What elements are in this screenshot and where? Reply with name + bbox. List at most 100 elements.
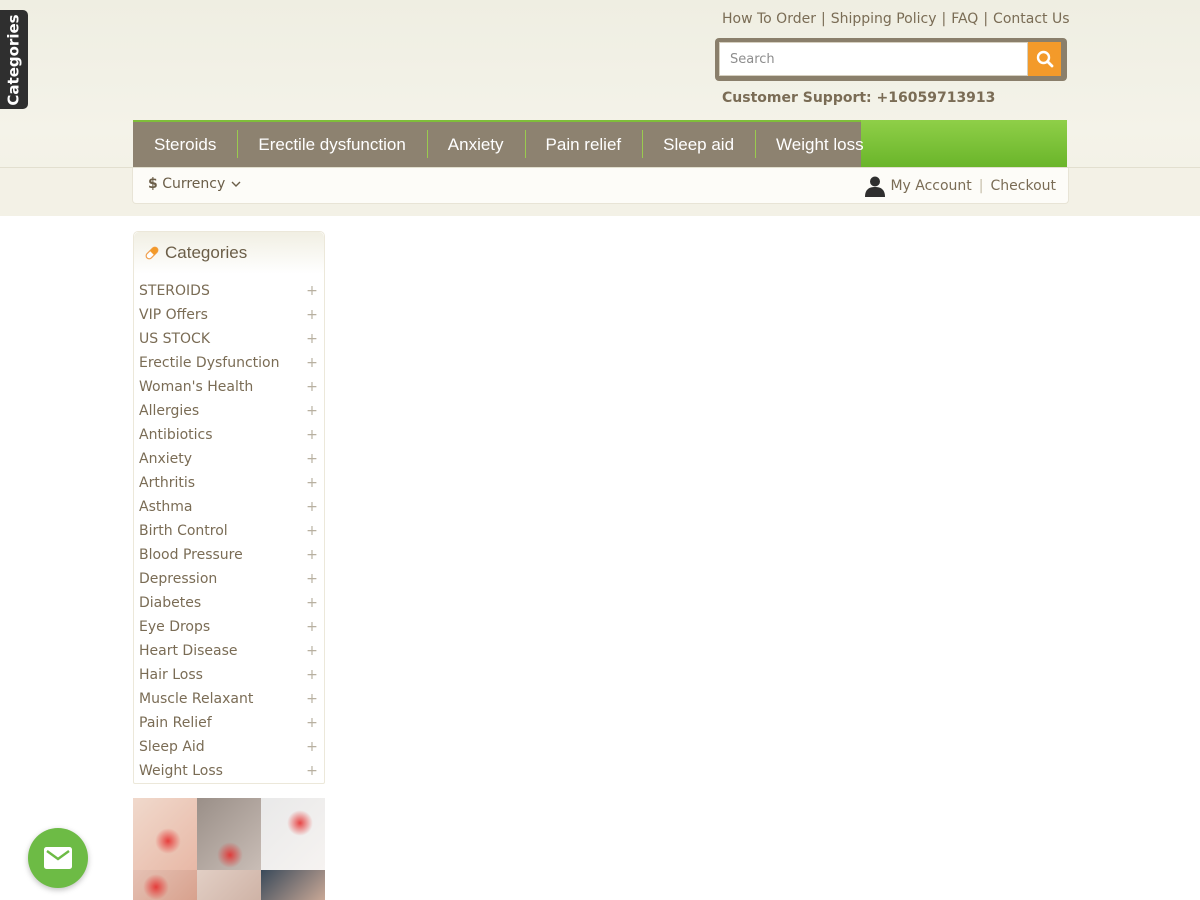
checkout-link[interactable]: Checkout xyxy=(991,178,1057,194)
nav-accent-bar xyxy=(861,120,1067,167)
link-separator: | xyxy=(978,178,984,194)
search-input[interactable] xyxy=(719,42,1028,76)
category-item[interactable]: Hair Loss + xyxy=(134,663,324,687)
category-item[interactable]: Sleep Aid + xyxy=(134,735,324,759)
categories-panel-header: Categories xyxy=(134,232,324,274)
category-item-label: Depression xyxy=(139,571,218,587)
top-links: How To Order | Shipping Policy | FAQ | Contact… xyxy=(722,11,1070,31)
customer-support: Customer Support: +16059713913 xyxy=(722,90,996,106)
category-item-label: Erectile Dysfunction xyxy=(139,355,280,371)
nav-item-steroids[interactable]: Steroids xyxy=(133,122,237,167)
expand-plus-icon[interactable]: + xyxy=(305,475,319,491)
category-item[interactable]: Antibiotics + xyxy=(134,423,324,447)
expand-plus-icon[interactable]: + xyxy=(305,403,319,419)
category-item[interactable]: Heart Disease + xyxy=(134,639,324,663)
nav-item-pain-relief[interactable]: Pain relief xyxy=(524,122,643,167)
nav-item-sleep-aid[interactable]: Sleep aid xyxy=(642,122,755,167)
search-bar xyxy=(715,38,1067,81)
pill-icon xyxy=(145,246,159,260)
category-item-label: Sleep Aid xyxy=(139,739,205,755)
account-bar: $ Currency My Account | Checkout xyxy=(132,168,1069,204)
expand-plus-icon[interactable]: + xyxy=(305,523,319,539)
category-item[interactable]: Asthma + xyxy=(134,495,324,519)
category-item-label: Weight Loss xyxy=(139,763,223,779)
category-item[interactable]: VIP Offers + xyxy=(134,303,324,327)
expand-plus-icon[interactable]: + xyxy=(305,571,319,587)
category-item[interactable]: Anxiety + xyxy=(134,447,324,471)
expand-plus-icon[interactable]: + xyxy=(305,619,319,635)
expand-plus-icon[interactable]: + xyxy=(305,763,319,779)
expand-plus-icon[interactable]: + xyxy=(305,595,319,611)
category-item[interactable]: Muscle Relaxant + xyxy=(134,687,324,711)
currency-label: Currency xyxy=(162,176,226,192)
category-item-label: Birth Control xyxy=(139,523,228,539)
category-item[interactable]: Allergies + xyxy=(134,399,324,423)
pain-relief-promo-image[interactable] xyxy=(133,798,325,900)
promo-tile xyxy=(197,870,261,900)
side-categories-tab[interactable]: Categories xyxy=(0,10,28,109)
category-item-label: Diabetes xyxy=(139,595,202,611)
link-contact-us[interactable]: Contact Us xyxy=(993,11,1069,27)
side-categories-tab-label: Categories xyxy=(5,13,24,106)
expand-plus-icon[interactable]: + xyxy=(305,307,319,323)
expand-plus-icon[interactable]: + xyxy=(305,547,319,563)
search-button[interactable] xyxy=(1028,42,1061,76)
categories-panel-title: Categories xyxy=(165,243,248,262)
categories-list: STEROIDS + VIP Offers + US STOCK + Erectile Dy… xyxy=(134,274,324,783)
category-item-label: Pain Relief xyxy=(139,715,212,731)
expand-plus-icon[interactable]: + xyxy=(305,739,319,755)
promo-tile xyxy=(261,870,325,900)
promo-tile xyxy=(133,870,197,900)
link-faq[interactable]: FAQ xyxy=(951,11,978,27)
category-item-label: Woman's Health xyxy=(139,379,254,395)
link-separator: | xyxy=(820,11,826,27)
main-nav: Steroids Erectile dysfunction Anxiety Pa… xyxy=(133,120,1067,167)
category-item[interactable]: Blood Pressure + xyxy=(134,543,324,567)
expand-plus-icon[interactable]: + xyxy=(305,643,319,659)
my-account-link[interactable]: My Account xyxy=(890,178,971,194)
expand-plus-icon[interactable]: + xyxy=(305,379,319,395)
category-item-label: Blood Pressure xyxy=(139,547,243,563)
categories-panel: Categories STEROIDS + VIP Offers + US STOCK +… xyxy=(133,231,325,784)
currency-selector[interactable]: $ Currency xyxy=(148,176,241,192)
category-item[interactable]: Pain Relief + xyxy=(134,711,324,735)
expand-plus-icon[interactable]: + xyxy=(305,499,319,515)
nav-item-anxiety[interactable]: Anxiety xyxy=(426,122,525,167)
user-icon xyxy=(865,176,886,197)
expand-plus-icon[interactable]: + xyxy=(305,451,319,467)
category-item-label: Asthma xyxy=(139,499,193,515)
category-item[interactable]: US STOCK + xyxy=(134,327,324,351)
expand-plus-icon[interactable]: + xyxy=(305,715,319,731)
account-links: My Account | Checkout xyxy=(864,174,1056,198)
category-item-label: STEROIDS xyxy=(139,283,210,299)
expand-plus-icon[interactable]: + xyxy=(305,331,319,347)
promo-tile xyxy=(197,798,261,870)
category-item-label: Heart Disease xyxy=(139,643,238,659)
expand-plus-icon[interactable]: + xyxy=(305,667,319,683)
category-item-label: Anxiety xyxy=(139,451,193,467)
category-item[interactable]: Depression + xyxy=(134,567,324,591)
expand-plus-icon[interactable]: + xyxy=(305,355,319,371)
mail-icon xyxy=(44,847,72,869)
category-item[interactable]: Erectile Dysfunction + xyxy=(134,351,324,375)
category-item[interactable]: Birth Control + xyxy=(134,519,324,543)
expand-plus-icon[interactable]: + xyxy=(305,691,319,707)
category-item[interactable]: Arthritis + xyxy=(134,471,324,495)
nav-item-erectile-dysfunction[interactable]: Erectile dysfunction xyxy=(237,122,426,167)
main-nav-items: Steroids Erectile dysfunction Anxiety Pa… xyxy=(133,120,864,167)
chevron-down-icon xyxy=(231,181,241,187)
link-shipping-policy[interactable]: Shipping Policy xyxy=(831,11,937,27)
nav-item-weight-loss[interactable]: Weight loss xyxy=(755,122,885,167)
expand-plus-icon[interactable]: + xyxy=(305,283,319,299)
expand-plus-icon[interactable]: + xyxy=(305,427,319,443)
category-item-label: Antibiotics xyxy=(139,427,213,443)
category-item[interactable]: STEROIDS + xyxy=(134,279,324,303)
category-item[interactable]: Weight Loss + xyxy=(134,759,324,783)
category-item[interactable]: Eye Drops + xyxy=(134,615,324,639)
category-item[interactable]: Diabetes + xyxy=(134,591,324,615)
category-item[interactable]: Woman's Health + xyxy=(134,375,324,399)
promo-tile xyxy=(133,798,197,870)
link-how-to-order[interactable]: How To Order xyxy=(722,11,816,27)
category-item-label: VIP Offers xyxy=(139,307,208,323)
mail-button[interactable] xyxy=(28,828,88,888)
